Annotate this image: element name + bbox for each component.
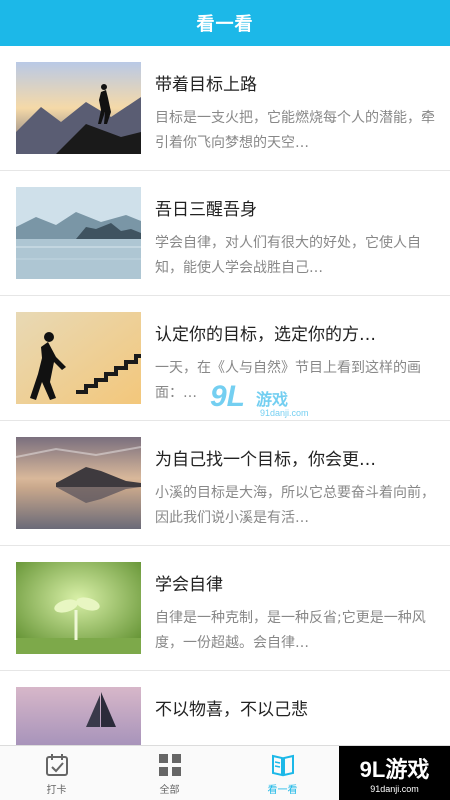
article-excerpt: 小溪的目标是大海，所以它总要奋斗着向前，因此我们说小溪是有活… <box>155 485 435 526</box>
corner-watermark: 9L游戏 91danji.com <box>339 746 450 800</box>
article-thumbnail <box>16 687 141 745</box>
list-item[interactable]: 带着目标上路 目标是一支火把，它能燃烧每个人的潜能，牵引着你飞向梦想的天空… <box>0 46 450 171</box>
tab-label: 打卡 <box>46 784 67 796</box>
calendar-check-icon <box>45 753 68 776</box>
article-title: 不以物喜，不以己悲 <box>155 700 308 720</box>
list-item[interactable]: 认定你的目标，选定你的方… 一天，在《人与自然》节目上看到这样的画面：… <box>0 296 450 421</box>
man-climbing-stairs-image <box>16 312 141 404</box>
article-excerpt: 目标是一支火把，它能燃烧每个人的潜能，牵引着你飞向梦想的天空… <box>155 110 435 151</box>
corner-watermark-logo: 9L游戏 <box>359 757 430 782</box>
article-title: 带着目标上路 <box>155 75 257 95</box>
article-title: 认定你的目标，选定你的方… <box>155 325 376 345</box>
tab-all[interactable]: 全部 <box>113 746 226 800</box>
tab-checkin[interactable]: 打卡 <box>0 746 113 800</box>
tab-label: 看一看 <box>267 784 298 796</box>
article-thumbnail <box>16 62 141 154</box>
app-root: 看一看 带着目标上路 目标是一支火把，它能燃烧每个人的潜能，牵引着你飞向梦想的天… <box>0 0 450 800</box>
bottom-tab-bar: 打卡 全部 看一看 9L游戏 91danji.com <box>0 745 450 800</box>
lake-mountains-image <box>16 187 141 279</box>
page-title: 看一看 <box>196 14 254 35</box>
grid-icon <box>158 753 181 776</box>
list-item[interactable]: 学会自律 自律是一种克制，是一种反省;它更是一种风度，一份超越。会自律… <box>0 546 450 671</box>
top-bar: 看一看 <box>0 0 450 46</box>
corner-watermark-url: 91danji.com <box>370 784 419 794</box>
article-thumbnail <box>16 562 141 654</box>
article-title: 吾日三醒吾身 <box>155 200 257 220</box>
hiker-on-mountain-image <box>16 62 141 154</box>
article-excerpt: 学会自律，对人们有很大的好处，它使人自知，能使人学会战胜自己… <box>155 235 421 276</box>
article-excerpt: 自律是一种克制，是一种反省;它更是一种风度，一份超越。会自律… <box>155 610 426 651</box>
list-item[interactable]: 为自己找一个目标，你会更… 小溪的目标是大海，所以它总要奋斗着向前，因此我们说小… <box>0 421 450 546</box>
list-item[interactable]: 吾日三醒吾身 学会自律，对人们有很大的好处，它使人自知，能使人学会战胜自己… <box>0 171 450 296</box>
list-item[interactable]: 不以物喜，不以己悲 <box>0 671 450 745</box>
tab-look[interactable]: 看一看 <box>226 746 339 800</box>
article-thumbnail <box>16 187 141 279</box>
article-excerpt: 一天，在《人与自然》节目上看到这样的画面：… <box>155 360 421 401</box>
green-sprout-image <box>16 562 141 654</box>
article-thumbnail <box>16 437 141 529</box>
article-thumbnail <box>16 312 141 404</box>
tab-label: 全部 <box>159 784 180 796</box>
article-list[interactable]: 带着目标上路 目标是一支火把，它能燃烧每个人的潜能，牵引着你飞向梦想的天空… 吾… <box>0 46 450 745</box>
book-icon <box>271 754 294 776</box>
island-reflection-image <box>16 437 141 529</box>
sailboat-sunset-image <box>16 687 141 745</box>
article-title: 学会自律 <box>155 575 223 595</box>
article-title: 为自己找一个目标，你会更… <box>155 450 376 470</box>
